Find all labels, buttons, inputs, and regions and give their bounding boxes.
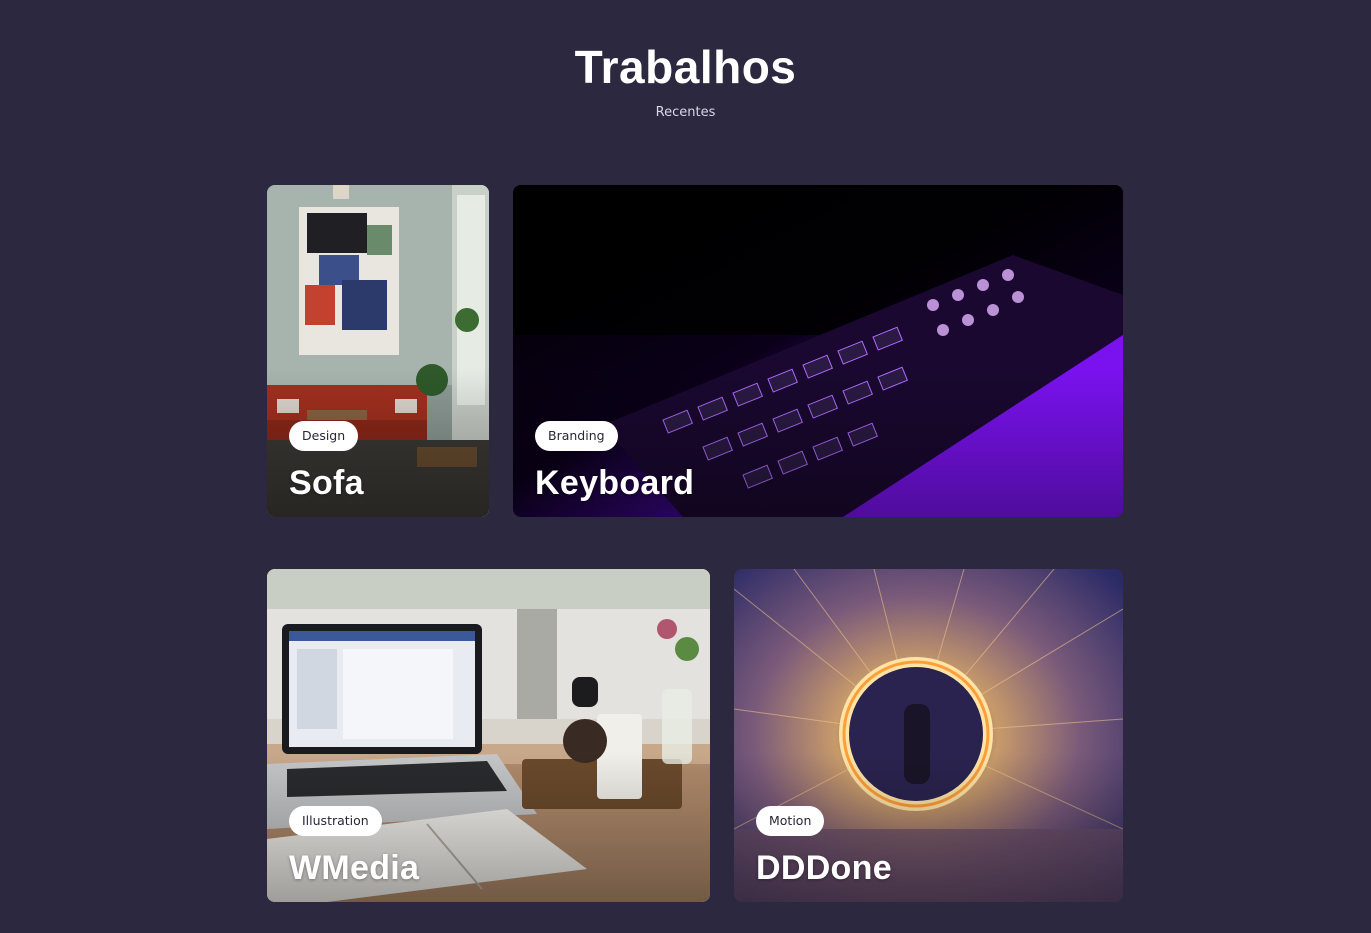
project-title[interactable]: WMedia [289,849,419,888]
project-title[interactable]: Keyboard [535,464,694,503]
project-title[interactable]: Sofa [289,464,364,503]
project-tag[interactable]: Design [289,421,359,451]
page-title: Trabalhos [574,41,797,93]
project-card-sofa[interactable]: Design Sofa [267,185,489,517]
project-card-dddone[interactable]: Motion DDDone [734,569,1123,902]
project-card-keyboard[interactable]: Branding Keyboard [513,185,1123,517]
project-card-wmedia[interactable]: Illustration WMedia [267,569,710,902]
project-tag[interactable]: Motion [756,806,825,836]
project-tag[interactable]: Branding [535,421,618,451]
page-subtitle: Recentes [655,105,716,120]
project-tag[interactable]: Illustration [289,806,382,836]
project-title[interactable]: DDDone [756,849,892,888]
